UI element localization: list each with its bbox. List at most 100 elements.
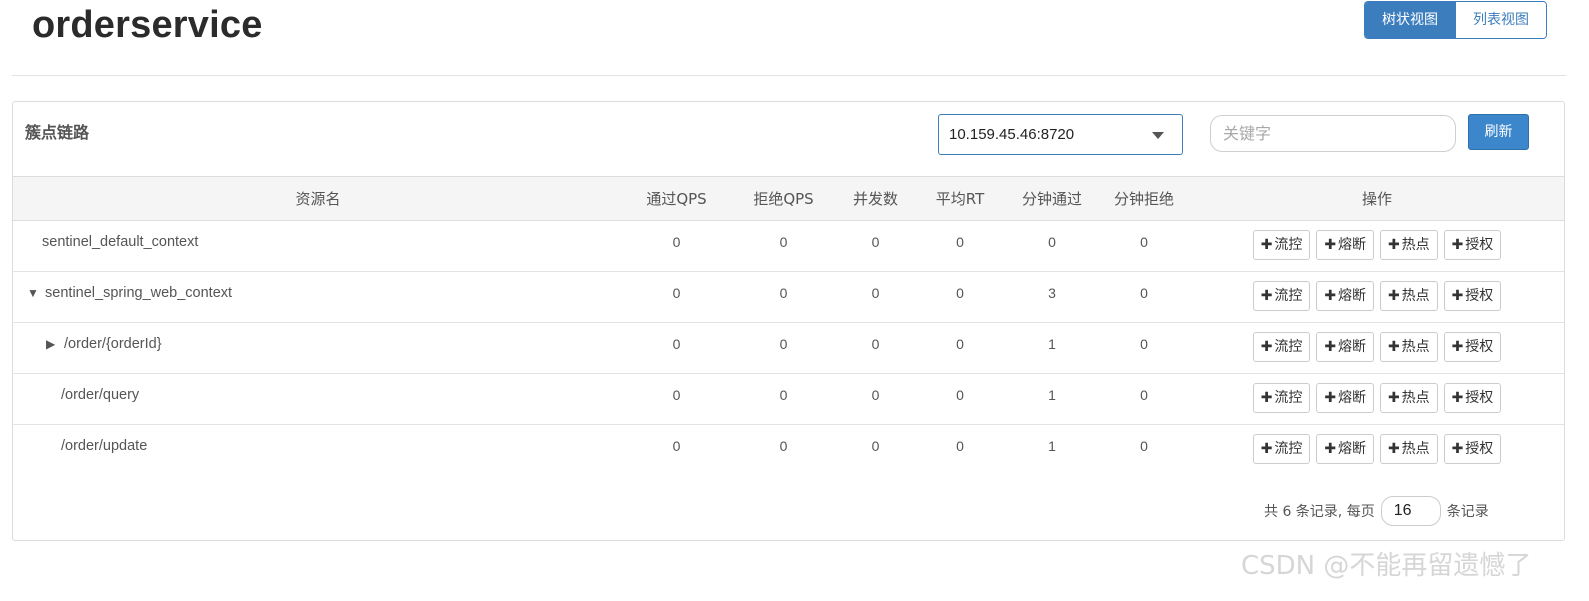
pass-qps-cell: 0 <box>623 322 730 374</box>
plus-icon: ✚ <box>1387 441 1400 457</box>
add-authority-rule-button[interactable]: ✚ 授权 <box>1443 383 1502 413</box>
plus-icon: ✚ <box>1451 441 1464 457</box>
operations-cell: ✚ 流控 ✚ 熔断 ✚ 热点 ✚ 授权 <box>1190 220 1564 272</box>
app-title: orderservice <box>32 4 263 46</box>
add-degrade-rule-button[interactable]: ✚ 熔断 <box>1316 434 1375 464</box>
block-qps-cell: 0 <box>730 220 837 272</box>
minute-pass-cell: 0 <box>1006 220 1098 272</box>
add-authority-rule-button[interactable]: ✚ 授权 <box>1443 332 1502 362</box>
op-label: 流控 <box>1274 288 1303 304</box>
plus-icon: ✚ <box>1324 339 1337 355</box>
avg-rt-cell: 0 <box>914 271 1006 323</box>
chevron-down-icon <box>1152 132 1164 139</box>
add-hotspot-rule-button[interactable]: ✚ 热点 <box>1379 332 1438 362</box>
add-authority-rule-button[interactable]: ✚ 授权 <box>1443 281 1502 311</box>
plus-icon: ✚ <box>1324 237 1337 253</box>
table-row: ▶ /order/{orderId} 0 0 0 0 1 0 ✚ 流控 ✚ 熔断 ✚… <box>13 322 1564 374</box>
pagination: 共 6 条记录, 每页 条记录 <box>1264 495 1489 527</box>
refresh-button[interactable]: 刷新 <box>1468 114 1529 150</box>
op-label: 熔断 <box>1338 237 1367 253</box>
tree-view-button[interactable]: 树状视图 <box>1365 2 1455 38</box>
minute-pass-cell: 1 <box>1006 373 1098 425</box>
add-degrade-rule-button[interactable]: ✚ 熔断 <box>1316 281 1375 311</box>
minute-block-cell: 0 <box>1098 373 1190 425</box>
pass-qps-cell: 0 <box>672 438 681 454</box>
add-flow-rule-button[interactable]: ✚ 流控 <box>1252 332 1311 362</box>
threads-cell: 0 <box>871 438 880 454</box>
add-flow-rule-button[interactable]: ✚ 流控 <box>1252 383 1311 413</box>
add-flow-rule-button[interactable]: ✚ 流控 <box>1252 230 1311 260</box>
minute-block-cell: 0 <box>1098 220 1190 272</box>
table-row: ▼ sentinel_spring_web_context 0 0 0 0 3 … <box>13 271 1564 323</box>
op-label: 流控 <box>1274 339 1303 355</box>
resource-name-cell: /order/update <box>13 425 623 476</box>
op-label: 熔断 <box>1338 441 1367 457</box>
list-view-button[interactable]: 列表视图 <box>1455 2 1546 38</box>
op-label: 熔断 <box>1338 390 1367 406</box>
col-header-pass-qps[interactable]: 通过QPS <box>623 176 730 221</box>
col-header-block-qps[interactable]: 拒绝QPS <box>730 176 837 221</box>
col-header-threads[interactable]: 并发数 <box>837 176 914 221</box>
minute-pass-cell: 1 <box>1006 322 1098 374</box>
machine-select-value: 10.159.45.46:8720 <box>949 126 1075 143</box>
op-label: 授权 <box>1465 288 1494 304</box>
resource-name: /order/update <box>61 438 148 454</box>
col-header-operations: 操作 <box>1190 176 1564 221</box>
operations-cell: ✚ 流控 ✚ 熔断 ✚ 热点 ✚ 授权 <box>1190 425 1564 476</box>
add-hotspot-rule-button[interactable]: ✚ 热点 <box>1379 230 1438 260</box>
resource-panel: 簇点链路 10.159.45.46:8720 刷新 资源名 通过QPS 拒绝QP… <box>12 101 1565 541</box>
keyword-search-input[interactable] <box>1210 115 1456 152</box>
resource-name: /order/{orderId} <box>64 336 162 352</box>
op-label: 授权 <box>1465 441 1494 457</box>
plus-icon: ✚ <box>1387 390 1400 406</box>
add-hotspot-rule-button[interactable]: ✚ 热点 <box>1379 434 1438 464</box>
minute-pass-cell: 3 <box>1006 271 1098 323</box>
op-label: 热点 <box>1401 339 1430 355</box>
resource-name-cell: ▼ sentinel_spring_web_context <box>13 271 623 323</box>
add-degrade-rule-button[interactable]: ✚ 熔断 <box>1316 332 1375 362</box>
watermark: CSDN @不能再留遗憾了 <box>1241 551 1532 581</box>
op-label: 授权 <box>1465 390 1494 406</box>
op-label: 热点 <box>1401 237 1430 253</box>
col-header-minute-pass[interactable]: 分钟通过 <box>1006 176 1098 221</box>
add-flow-rule-button[interactable]: ✚ 流控 <box>1252 281 1311 311</box>
threads-cell: 0 <box>837 322 914 374</box>
add-authority-rule-button[interactable]: ✚ 授权 <box>1443 230 1502 260</box>
record-count-text: 共 6 条记录, 每页 <box>1264 504 1375 520</box>
col-header-avg-rt[interactable]: 平均RT <box>914 176 1006 221</box>
avg-rt-cell: 0 <box>914 322 1006 374</box>
add-flow-rule-button[interactable]: ✚ 流控 <box>1252 434 1311 464</box>
table-row: /order/query 0 0 0 0 1 0 ✚ 流控 ✚ 熔断 ✚ 热点 ✚ 授权 <box>13 373 1564 425</box>
resource-name: sentinel_spring_web_context <box>45 285 233 301</box>
avg-rt-cell: 0 <box>956 438 964 454</box>
operations-cell: ✚ 流控 ✚ 熔断 ✚ 热点 ✚ 授权 <box>1190 271 1564 323</box>
panel-title: 簇点链路 <box>25 123 90 142</box>
expand-triangle-icon[interactable]: ▶ <box>46 337 60 351</box>
plus-icon: ✚ <box>1451 237 1464 253</box>
op-label: 热点 <box>1401 288 1430 304</box>
pass-qps-cell: 0 <box>623 373 730 425</box>
plus-icon: ✚ <box>1260 441 1273 457</box>
collapse-triangle-icon[interactable]: ▼ <box>27 286 41 300</box>
plus-icon: ✚ <box>1260 339 1273 355</box>
add-hotspot-rule-button[interactable]: ✚ 热点 <box>1379 383 1438 413</box>
pass-qps-cell: 0 <box>623 271 730 323</box>
add-hotspot-rule-button[interactable]: ✚ 热点 <box>1379 281 1438 311</box>
col-header-minute-block[interactable]: 分钟拒绝 <box>1098 176 1190 221</box>
add-authority-rule-button[interactable]: ✚ 授权 <box>1443 434 1502 464</box>
op-label: 热点 <box>1401 441 1430 457</box>
plus-icon: ✚ <box>1260 288 1273 304</box>
plus-icon: ✚ <box>1387 339 1400 355</box>
page-size-input[interactable] <box>1380 496 1441 526</box>
op-label: 流控 <box>1274 237 1303 253</box>
operations-cell: ✚ 流控 ✚ 熔断 ✚ 热点 ✚ 授权 <box>1190 373 1564 425</box>
threads-cell: 0 <box>837 373 914 425</box>
plus-icon: ✚ <box>1324 390 1337 406</box>
add-degrade-rule-button[interactable]: ✚ 熔断 <box>1316 230 1375 260</box>
minute-block-cell: 0 <box>1140 438 1148 454</box>
plus-icon: ✚ <box>1260 390 1273 406</box>
op-label: 流控 <box>1274 441 1303 457</box>
add-degrade-rule-button[interactable]: ✚ 熔断 <box>1316 383 1375 413</box>
machine-select[interactable]: 10.159.45.46:8720 <box>938 114 1183 155</box>
col-header-resource[interactable]: 资源名 <box>13 176 623 221</box>
